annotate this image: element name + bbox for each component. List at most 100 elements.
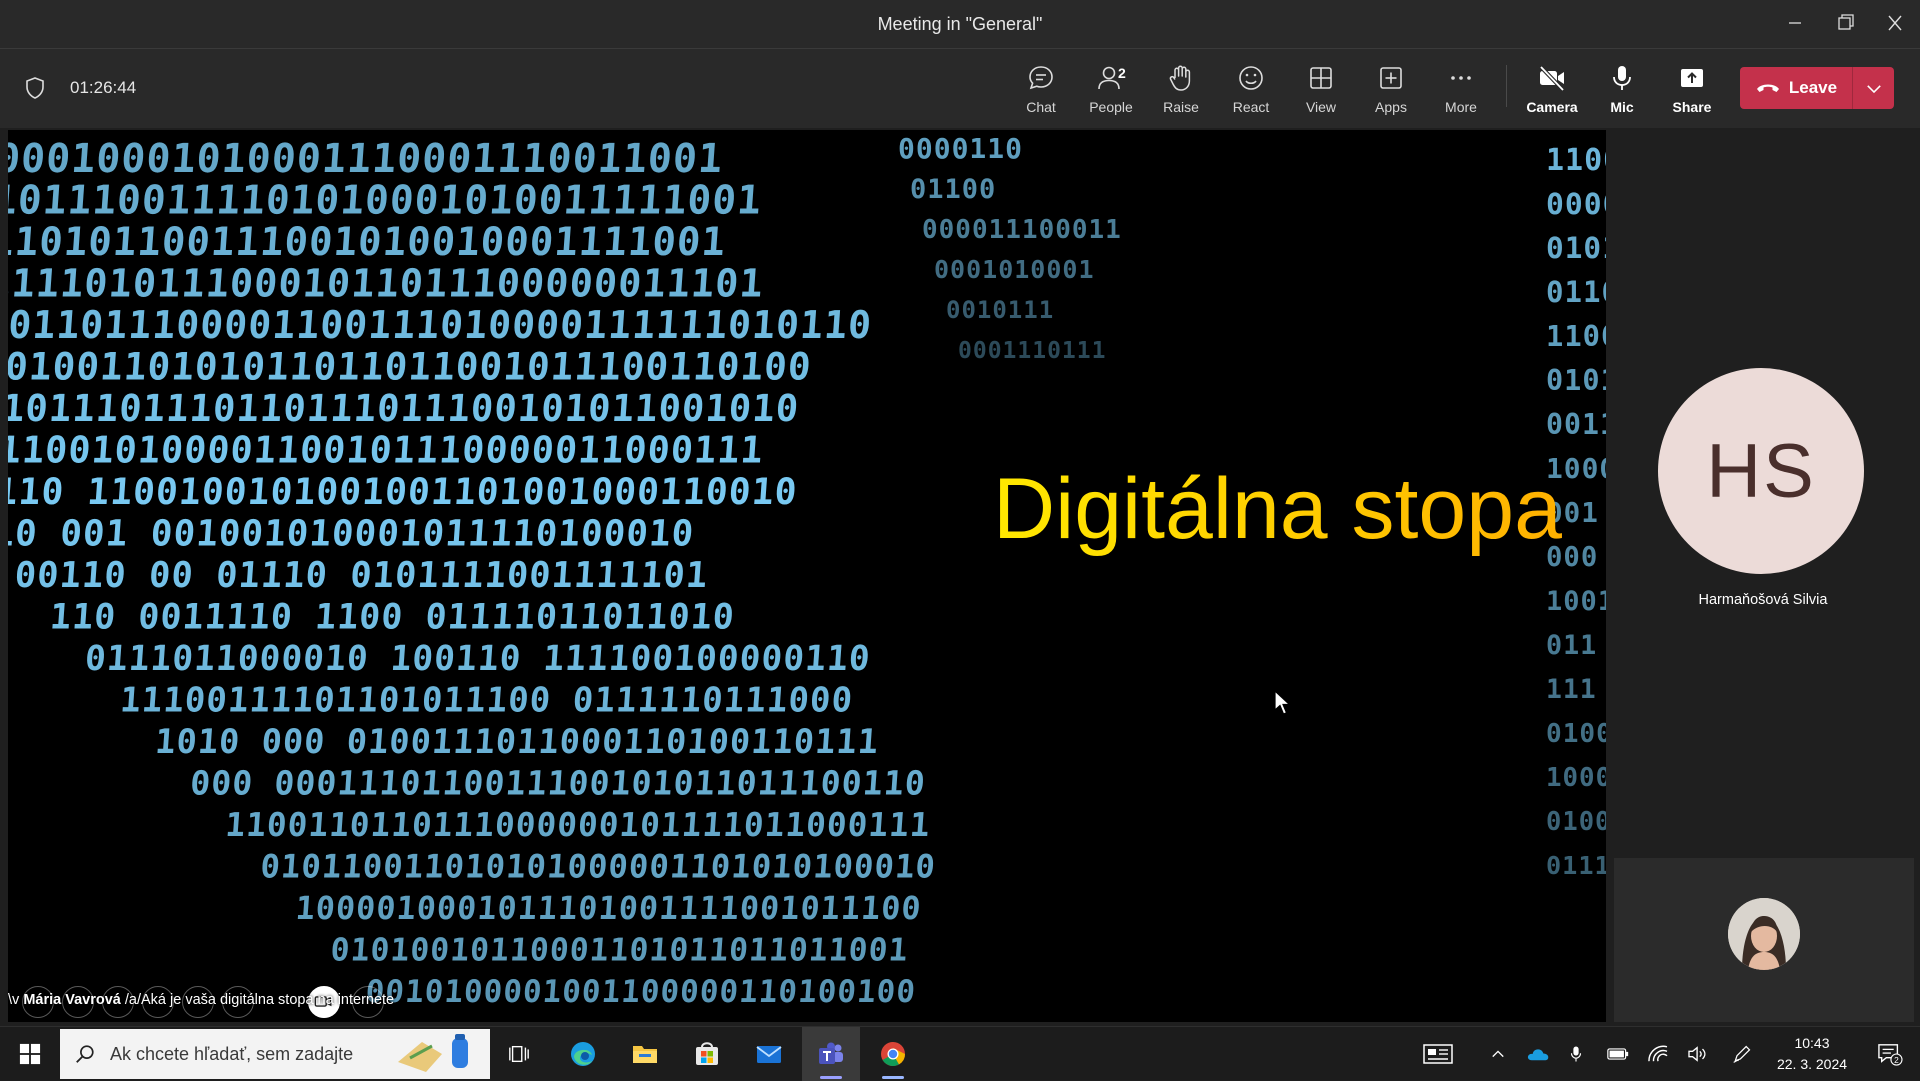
restore-button[interactable] xyxy=(1828,8,1862,38)
folder-icon xyxy=(633,1046,657,1063)
react-button[interactable]: React xyxy=(1218,59,1284,121)
meeting-toolbar: 01:26:44 Chat 2 People Raise React View … xyxy=(0,48,1920,128)
caption-prefix: \v xyxy=(8,992,20,1008)
raise-hand-button[interactable]: Raise xyxy=(1148,59,1214,121)
chrome-taskbar-button[interactable] xyxy=(864,1027,922,1081)
wifi-icon xyxy=(1648,1045,1668,1062)
binary-row: 1011100111101010001010011111001 xyxy=(8,178,763,224)
binary-row: 0010111 xyxy=(946,296,1054,324)
more-dots-icon xyxy=(1451,76,1471,80)
taskbar-search-box[interactable]: Ak chcete hľadať, sem zadajte xyxy=(60,1029,490,1079)
minimize-button[interactable] xyxy=(1778,8,1812,38)
grid-view-icon xyxy=(1310,67,1332,89)
people-label: People xyxy=(1089,99,1133,115)
binary-row: 0001110111 xyxy=(958,338,1106,364)
shield-icon[interactable] xyxy=(22,75,48,101)
participant-avatar[interactable]: HS xyxy=(1658,368,1864,574)
binary-row: 11011101110110111011100101011001010 xyxy=(8,386,801,430)
binary-row: 1110010100001100101110000011000111 xyxy=(8,429,765,472)
leave-button[interactable]: Leave xyxy=(1740,67,1894,109)
active-app-indicator xyxy=(820,1076,842,1079)
toolbar-separator xyxy=(1506,65,1507,107)
mail-button[interactable] xyxy=(740,1027,798,1081)
binary-row: 010 001 001001010001011110100010 xyxy=(8,514,696,555)
binary-row: 1000 xyxy=(1546,763,1606,793)
binary-row: 110101100111001010010001111001 xyxy=(8,220,728,265)
binary-row: 1100011 xyxy=(1546,143,1606,178)
binary-row: 0000110 xyxy=(898,132,1023,165)
show-hidden-icons-button[interactable] xyxy=(1486,1027,1510,1081)
self-video-tile[interactable] xyxy=(1614,858,1914,1022)
raise-label: Raise xyxy=(1163,99,1199,115)
leave-options-button[interactable] xyxy=(1853,67,1894,109)
binary-row: 111 xyxy=(1546,674,1597,705)
leave-main[interactable]: Leave xyxy=(1740,67,1852,109)
windows-taskbar: Ak chcete hľadať, sem zadajte 10:43 22. … xyxy=(0,1026,1920,1081)
apps-button[interactable]: Apps xyxy=(1358,59,1424,121)
binary-row: 0111 xyxy=(1546,851,1606,880)
binary-row: 1000010001011101001111001011100 xyxy=(294,889,923,927)
chat-button[interactable]: Chat xyxy=(1008,59,1074,121)
live-caption: \v Mária Vavrová /a/Aká je vaša digitáln… xyxy=(8,992,394,1008)
news-icon xyxy=(1423,1044,1453,1064)
binary-row: 01100 xyxy=(910,174,996,205)
pen-icon xyxy=(1733,1045,1751,1063)
start-button[interactable] xyxy=(0,1027,60,1081)
teams-taskbar-button[interactable] xyxy=(802,1027,860,1081)
notification-count: 2 xyxy=(1894,1055,1899,1065)
binary-row: 0111011000010 100110 111100100000110 xyxy=(84,639,872,679)
taskbar-clock[interactable]: 10:43 22. 3. 2024 xyxy=(1764,1033,1860,1075)
meeting-timer: 01:26:44 xyxy=(70,78,137,97)
onedrive-cloud-icon xyxy=(1527,1049,1549,1061)
binary-row: 1100110110111000000101111011000111 xyxy=(224,806,932,844)
chevron-down-icon xyxy=(1866,84,1881,93)
task-view-button[interactable] xyxy=(490,1027,548,1081)
file-explorer-button[interactable] xyxy=(616,1027,674,1081)
teams-icon xyxy=(819,1042,843,1064)
share-label: Share xyxy=(1672,99,1712,115)
more-label: More xyxy=(1445,99,1477,115)
battery-icon xyxy=(1607,1048,1629,1060)
share-button[interactable]: Share xyxy=(1659,59,1725,121)
search-icon xyxy=(76,1045,94,1063)
microsoft-store-button[interactable] xyxy=(678,1027,736,1081)
add-app-icon xyxy=(1380,67,1402,89)
view-button[interactable]: View xyxy=(1288,59,1354,121)
notifications-button[interactable]: 2 xyxy=(1866,1027,1914,1081)
mouse-cursor-icon xyxy=(1274,690,1292,715)
window-title: Meeting in "General" xyxy=(877,14,1043,34)
binary-row: 0011011100001100111010000111111010110 xyxy=(8,304,873,348)
mic-tray-button[interactable] xyxy=(1564,1027,1588,1081)
close-window-button[interactable] xyxy=(1878,8,1912,38)
caption-bar: \v Mária Vavrová /a/Aká je vaša digitáln… xyxy=(8,982,568,1022)
share-screen-icon xyxy=(1681,69,1703,87)
minimize-icon xyxy=(1789,22,1801,24)
camera-button[interactable]: Camera xyxy=(1519,59,1585,121)
more-button[interactable]: More xyxy=(1428,59,1494,121)
search-placeholder: Ak chcete hľadať, sem zadajte xyxy=(110,1044,354,1064)
mic-button[interactable]: Mic xyxy=(1589,59,1655,121)
self-avatar xyxy=(1728,898,1800,970)
news-widget-button[interactable] xyxy=(1418,1027,1458,1081)
binary-row: 00110 00 01110 0101111001111101 xyxy=(13,555,709,596)
notification-center-icon: 2 xyxy=(1878,1044,1903,1066)
people-button[interactable]: 2 People xyxy=(1078,59,1144,121)
chat-label: Chat xyxy=(1026,99,1056,115)
binary-row: 000 0001110110011100101011011100110 xyxy=(189,764,927,803)
caption-text: /a/Aká je vaša digitálna stopa na intern… xyxy=(124,992,395,1008)
react-label: React xyxy=(1232,99,1270,115)
chevron-up-icon xyxy=(1492,1050,1504,1058)
running-app-indicator xyxy=(882,1076,904,1079)
shared-screen-stage: 00010001010001110001110011001 10111001111… xyxy=(8,130,1606,1022)
volume-button[interactable] xyxy=(1684,1027,1712,1081)
pen-workspace-button[interactable] xyxy=(1728,1027,1756,1081)
slide-title: Digitálna stopa xyxy=(993,461,1562,557)
leave-label: Leave xyxy=(1788,78,1838,97)
binary-row: 0001010001 xyxy=(934,255,1095,284)
binary-code-background: 0001000101000111000111001100110111001111… xyxy=(8,132,1606,1010)
battery-button[interactable] xyxy=(1604,1027,1632,1081)
network-button[interactable] xyxy=(1644,1027,1672,1081)
onedrive-button[interactable] xyxy=(1524,1027,1552,1081)
edge-taskbar-button[interactable] xyxy=(554,1027,612,1081)
view-label: View xyxy=(1305,99,1337,115)
